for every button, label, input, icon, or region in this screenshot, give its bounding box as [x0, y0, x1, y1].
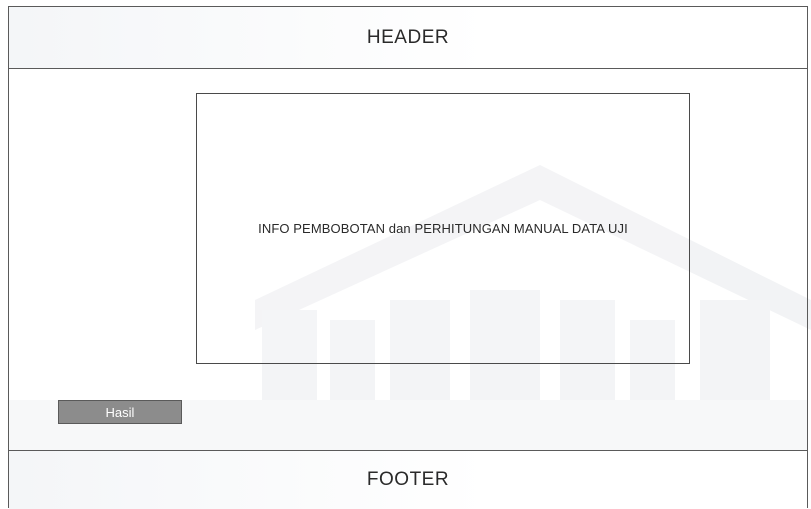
page-header: HEADER	[9, 7, 807, 69]
hasil-button[interactable]: Hasil	[58, 400, 182, 424]
footer-title: FOOTER	[366, 469, 450, 490]
info-panel-text: INFO PEMBOBOTAN dan PERHITUNGAN MANUAL D…	[258, 221, 628, 236]
header-title: HEADER	[366, 26, 450, 48]
page-footer: FOOTER	[9, 450, 807, 509]
hasil-button-label: Hasil	[105, 404, 135, 420]
info-panel: INFO PEMBOBOTAN dan PERHITUNGAN MANUAL D…	[196, 93, 690, 364]
